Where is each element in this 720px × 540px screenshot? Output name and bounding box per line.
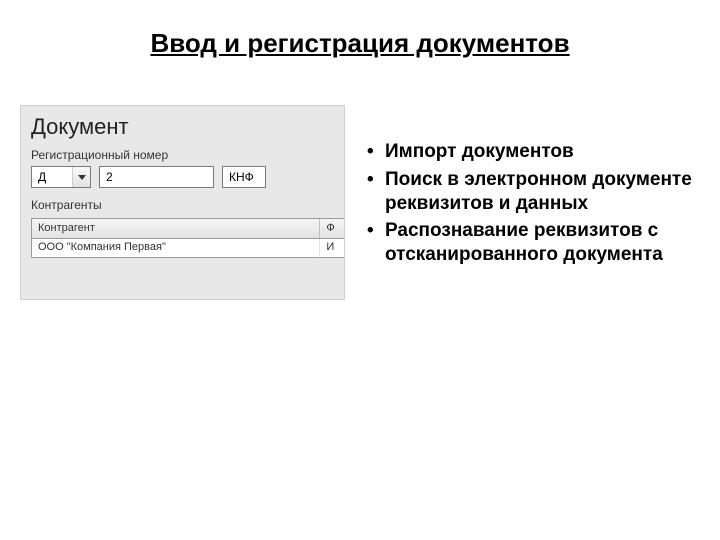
suffix-field[interactable]: КНФ [222,166,266,188]
number-input[interactable] [99,166,214,188]
slide-title: Ввод и регистрация документов [0,28,720,59]
table-row[interactable]: ООО "Компания Первая" И [32,239,345,257]
suffix-value: КНФ [229,170,254,184]
bullet-list: Импорт документов Поиск в электронном до… [365,140,695,271]
chevron-down-icon[interactable] [72,167,90,187]
regnum-row: Д КНФ [21,166,344,196]
cell-col2: И [320,239,345,257]
prefix-dropdown[interactable]: Д [31,166,91,188]
list-item: Поиск в электронном документе реквизитов… [365,168,695,216]
prefix-value: Д [32,170,72,184]
cell-contragent: ООО "Компания Первая" [32,239,320,257]
contragents-grid: Контрагент Ф ООО "Компания Первая" И [31,218,345,258]
regnum-label: Регистрационный номер [21,146,344,166]
grid-header: Контрагент Ф [32,219,345,239]
panel-heading: Документ [21,106,344,146]
list-item: Распознавание реквизитов с отсканированн… [365,219,695,267]
contragents-label: Контрагенты [21,196,344,218]
grid-col-2[interactable]: Ф [320,219,345,238]
grid-col-contragent[interactable]: Контрагент [32,219,320,238]
document-panel: Документ Регистрационный номер Д КНФ Кон… [20,105,345,300]
list-item: Импорт документов [365,140,695,164]
